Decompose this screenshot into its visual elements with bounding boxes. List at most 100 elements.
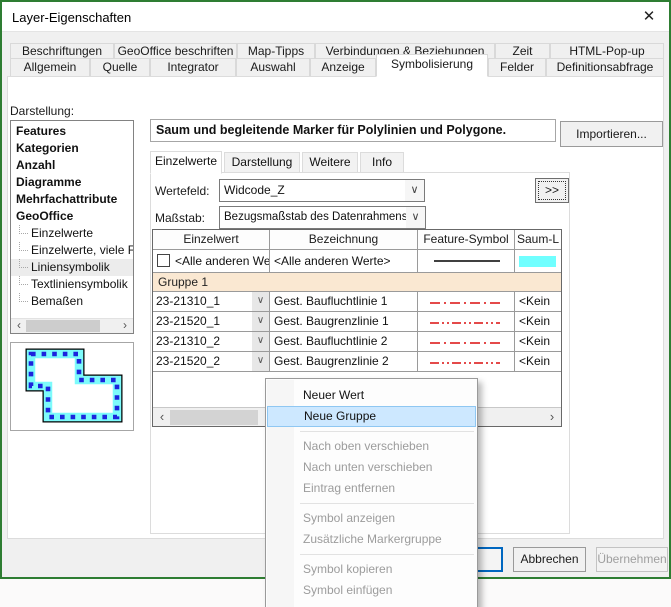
menu-separator (300, 503, 474, 504)
tree-item-anzahl[interactable]: Anzahl (11, 157, 133, 174)
saum-cell[interactable]: <Kein (515, 292, 561, 312)
tab-allgemein[interactable]: Allgemein (10, 58, 90, 77)
group-row[interactable]: Gruppe 1 (153, 273, 561, 292)
col-header-einzelwert: Einzelwert (153, 230, 270, 250)
red-dash-dot-line-icon[interactable] (418, 332, 515, 352)
menu-item-neue-gruppe[interactable]: Neue Gruppe (267, 406, 476, 427)
window-title: Layer-Eigenschaften (12, 10, 131, 25)
chevron-down-icon[interactable]: ∨ (252, 312, 269, 331)
tree-item-bemassen[interactable]: Bemaßen (11, 293, 133, 310)
wertefeld-label: Wertefeld: (155, 184, 209, 198)
red-dash-dot-dot-line-icon[interactable] (418, 352, 515, 372)
tree-item-diagramme[interactable]: Diagramme (11, 174, 133, 191)
bezeichnung-cell[interactable]: Gest. Baufluchtlinie 1 (270, 292, 418, 312)
tab-integrator[interactable]: Integrator (150, 58, 236, 77)
wertefeld-combobox[interactable]: Widcode_Z ∨ (219, 179, 425, 202)
cyan-swatch-icon (519, 256, 556, 267)
menu-separator (300, 431, 474, 432)
close-icon[interactable]: ✕ (639, 7, 659, 27)
bezeichnung-cell[interactable]: Gest. Baugrenzlinie 2 (270, 352, 418, 372)
tab-felder[interactable]: Felder (488, 58, 546, 77)
tree-item-kategorien[interactable]: Kategorien (11, 140, 133, 157)
darstellung-tree: Features Kategorien Anzahl Diagramme Meh… (10, 120, 134, 334)
tree-horizontal-scrollbar[interactable]: ‹ › (11, 318, 133, 333)
value-combobox[interactable]: 23-21310_1 ∨ (153, 292, 270, 312)
tree-item-einzelwerte[interactable]: Einzelwerte (11, 225, 133, 242)
scroll-right-icon[interactable]: › (544, 409, 560, 425)
tree-item-liniensymbolik[interactable]: Liniensymbolik (11, 259, 133, 276)
import-button[interactable]: Importieren... (560, 121, 663, 147)
col-header-saum-l: Saum-L (515, 230, 561, 250)
all-other-values-row: <Alle anderen Werte> <Alle anderen Werte… (153, 250, 561, 273)
scroll-left-icon[interactable]: ‹ (12, 319, 26, 333)
inner-tab-einzelwerte[interactable]: Einzelwerte (150, 151, 222, 174)
red-dash-dot-line-icon[interactable] (418, 292, 515, 312)
tab-quelle[interactable]: Quelle (90, 58, 150, 77)
all-other-checkbox[interactable] (157, 254, 170, 267)
col-header-bezeichnung: Bezeichnung (270, 230, 418, 250)
menu-separator (300, 554, 474, 555)
tree-item-textliniensymbolik[interactable]: Textliniensymbolik (11, 276, 133, 293)
scrollbar-thumb[interactable] (170, 410, 258, 425)
wertefeld-value: Widcode_Z (224, 183, 285, 197)
value-combobox[interactable]: 23-21520_2 ∨ (153, 352, 270, 372)
inner-tab-info[interactable]: Info (360, 152, 404, 173)
cancel-button[interactable]: Abbrechen (513, 547, 586, 572)
menu-item-zusaetzliche-markergruppe[interactable]: Zusätzliche Markergruppe (266, 529, 477, 550)
chevron-down-icon[interactable]: ∨ (252, 352, 269, 371)
menu-item-symbol-anzeigen[interactable]: Symbol anzeigen (266, 508, 477, 529)
value-row-4: 23-21520_2 ∨ Gest. Baugrenzlinie 2 <Kein (153, 352, 561, 372)
darstellung-label: Darstellung: (10, 104, 74, 118)
tab-symbolisierung[interactable]: Symbolisierung (376, 54, 488, 77)
chevron-down-icon[interactable]: ∨ (252, 332, 269, 351)
symbol-preview (10, 342, 134, 431)
inner-tab-weitere[interactable]: Weitere (302, 152, 358, 173)
context-menu: Neuer Wert Neue Gruppe Nach oben verschi… (265, 378, 478, 607)
grid-header-row: Einzelwert Bezeichnung Feature-Symbol Sa… (153, 230, 561, 250)
symbology-description: Saum und begleitende Marker für Polylini… (150, 119, 556, 142)
scrollbar-thumb[interactable] (26, 320, 100, 332)
chevron-down-icon[interactable]: ∨ (406, 207, 425, 228)
value-row-3: 23-21310_2 ∨ Gest. Baufluchtlinie 2 <Kei… (153, 332, 561, 352)
all-other-bezeichnung-cell[interactable]: <Alle anderen Werte> (270, 250, 418, 273)
menu-item-symbol-einfuegen[interactable]: Symbol einfügen (266, 580, 477, 601)
menu-item-eintrag-entfernen[interactable]: Eintrag entfernen (266, 478, 477, 499)
bezeichnung-cell[interactable]: Gest. Baufluchtlinie 2 (270, 332, 418, 352)
expand-button[interactable]: >> (535, 178, 569, 203)
massstab-combobox[interactable]: Bezugsmaßstab des Datenrahmens ∨ (219, 206, 426, 229)
chevron-down-icon[interactable]: ∨ (252, 292, 269, 311)
tab-auswahl[interactable]: Auswahl (236, 58, 310, 77)
tab-anzeige[interactable]: Anzeige (310, 58, 376, 77)
bezeichnung-cell[interactable]: Gest. Baugrenzlinie 1 (270, 312, 418, 332)
tree-item-mehrfachattribute[interactable]: Mehrfachattribute (11, 191, 133, 208)
solid-black-line-icon[interactable] (418, 250, 515, 273)
cyan-saum-swatch[interactable] (515, 250, 561, 273)
menu-item-neuer-wert[interactable]: Neuer Wert (266, 385, 477, 406)
saum-cell[interactable]: <Kein (515, 352, 561, 372)
chevron-down-icon[interactable]: ∨ (405, 180, 424, 201)
tab-definitionsabfrage[interactable]: Definitionsabfrage (546, 58, 664, 77)
menu-item-nach-unten-verschieben[interactable]: Nach unten verschieben (266, 457, 477, 478)
tree-item-einzelwerte-viele-felder[interactable]: Einzelwerte, viele Felder (11, 242, 133, 259)
screen: Layer-Eigenschaften ✕ Beschriftungen Geo… (0, 0, 671, 607)
menu-item-symbol-kopieren[interactable]: Symbol kopieren (266, 559, 477, 580)
value-combobox[interactable]: 23-21310_2 ∨ (153, 332, 270, 352)
tree-item-features[interactable]: Features (11, 123, 133, 140)
value-row-2: 23-21520_1 ∨ Gest. Baugrenzlinie 1 <Kein (153, 312, 561, 332)
red-dash-dot-dot-line-icon[interactable] (418, 312, 515, 332)
value-row-1: 23-21310_1 ∨ Gest. Baufluchtlinie 1 <Kei… (153, 292, 561, 312)
menu-item-nach-oben-verschieben[interactable]: Nach oben verschieben (266, 436, 477, 457)
saum-cell[interactable]: <Kein (515, 312, 561, 332)
inner-tab-darstellung[interactable]: Darstellung (224, 152, 300, 173)
titlebar: Layer-Eigenschaften ✕ (2, 2, 669, 32)
scroll-right-icon[interactable]: › (118, 319, 132, 333)
focus-rect (538, 181, 566, 200)
scroll-left-icon[interactable]: ‹ (154, 409, 170, 425)
saum-cell[interactable]: <Kein (515, 332, 561, 352)
massstab-label: Maßstab: (155, 211, 205, 225)
polygon-symbol-icon (11, 343, 133, 430)
value-combobox[interactable]: 23-21520_1 ∨ (153, 312, 270, 332)
tree-item-geooffice[interactable]: GeoOffice (11, 208, 133, 225)
all-other-einzelwert-cell[interactable]: <Alle anderen Werte> (153, 250, 270, 273)
apply-button[interactable]: Übernehmen (596, 547, 668, 572)
